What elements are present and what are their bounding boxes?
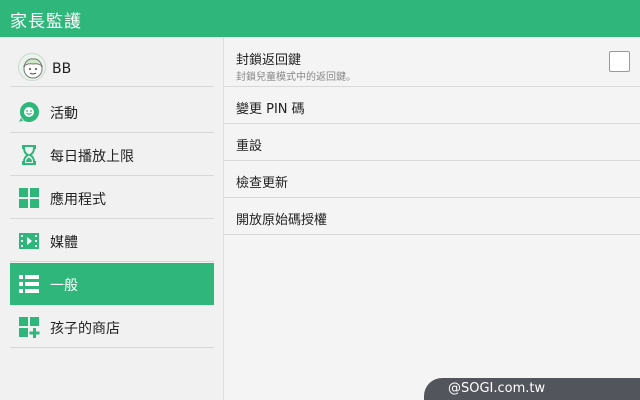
sidebar-item-profile[interactable]: BB (10, 49, 214, 87)
sidebar-item-label: 孩子的商店 (50, 321, 120, 337)
activity-face-icon (18, 101, 40, 123)
change-pin-setting[interactable]: 變更 PIN 碼 (224, 87, 640, 124)
sidebar-item-daily-limit[interactable]: 每日播放上限 (10, 134, 214, 176)
apps-grid-icon (18, 187, 40, 209)
store-grid-plus-icon (18, 316, 40, 338)
open-source-licenses-setting[interactable]: 開放原始碼授權 (224, 198, 640, 235)
reset-setting[interactable]: 重設 (224, 124, 640, 161)
hourglass-icon (18, 144, 40, 166)
sidebar-item-media[interactable]: 媒體 (10, 220, 214, 262)
sidebar: BB 活動 每日播放上限 應用程式 媒體 一般 孩子的商店 (0, 37, 224, 400)
child-avatar-icon (18, 53, 46, 81)
settings-panel: 封鎖返回鍵 封鎖兒童模式中的返回鍵。 變更 PIN 碼 重設 檢查更新 開放原始… (224, 37, 640, 400)
watermark-text: @SOGI.com.tw (448, 381, 546, 396)
setting-title: 檢查更新 (236, 176, 289, 191)
sidebar-item-label: 一般 (50, 278, 78, 294)
watermark: @SOGI.com.tw (424, 378, 640, 400)
setting-subtitle: 封鎖兒童模式中的返回鍵。 (236, 72, 356, 83)
sidebar-item-label: 每日播放上限 (50, 149, 134, 165)
setting-title: 開放原始碼授權 (236, 213, 328, 228)
block-back-key-checkbox[interactable] (609, 51, 630, 72)
sidebar-item-label: BB (52, 61, 72, 77)
check-update-setting[interactable]: 檢查更新 (224, 161, 640, 198)
sidebar-item-general[interactable]: 一般 (10, 263, 214, 305)
setting-title: 變更 PIN 碼 (236, 102, 305, 117)
sidebar-item-label: 活動 (50, 106, 78, 122)
list-icon (18, 273, 40, 295)
sidebar-item-activity[interactable]: 活動 (10, 91, 214, 133)
sidebar-item-label: 應用程式 (50, 192, 106, 208)
sidebar-item-kids-store[interactable]: 孩子的商店 (10, 306, 214, 348)
sidebar-item-apps[interactable]: 應用程式 (10, 177, 214, 219)
setting-title: 重設 (236, 139, 263, 154)
setting-title: 封鎖返回鍵 (236, 53, 302, 68)
app-title: 家長監護 (10, 12, 82, 32)
film-play-icon (18, 230, 40, 252)
sidebar-item-label: 媒體 (50, 235, 78, 251)
block-back-key-setting[interactable]: 封鎖返回鍵 封鎖兒童模式中的返回鍵。 (224, 37, 640, 87)
app-bar: 家長監護 (0, 0, 640, 37)
